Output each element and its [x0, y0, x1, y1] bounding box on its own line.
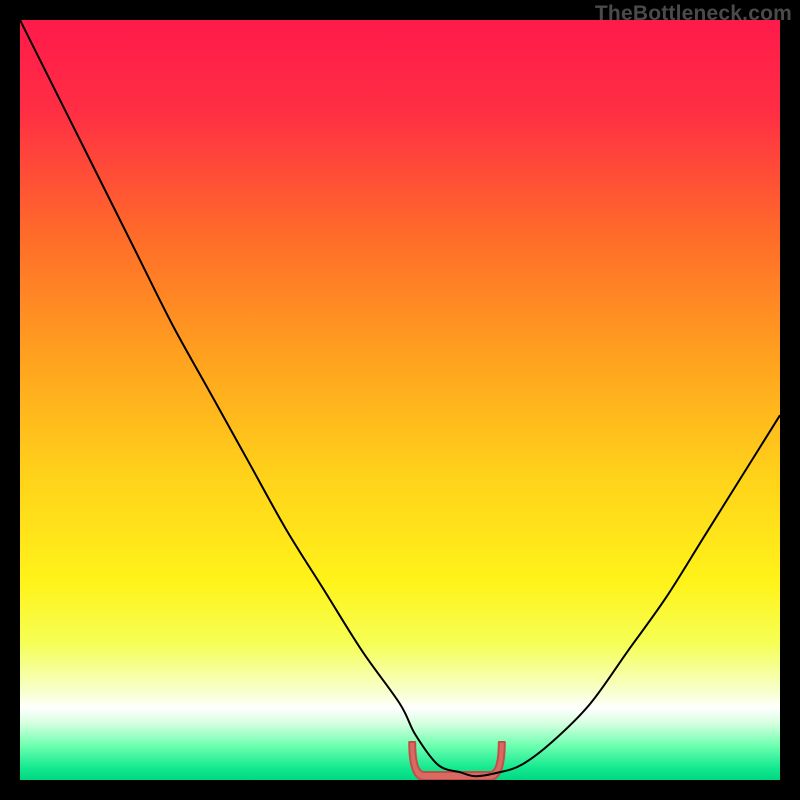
bottleneck-chart: [20, 20, 780, 780]
plot-area: [20, 20, 780, 780]
watermark-text: TheBottleneck.com: [595, 2, 792, 26]
chart-frame: TheBottleneck.com: [0, 0, 800, 800]
gradient-background: [20, 20, 780, 780]
